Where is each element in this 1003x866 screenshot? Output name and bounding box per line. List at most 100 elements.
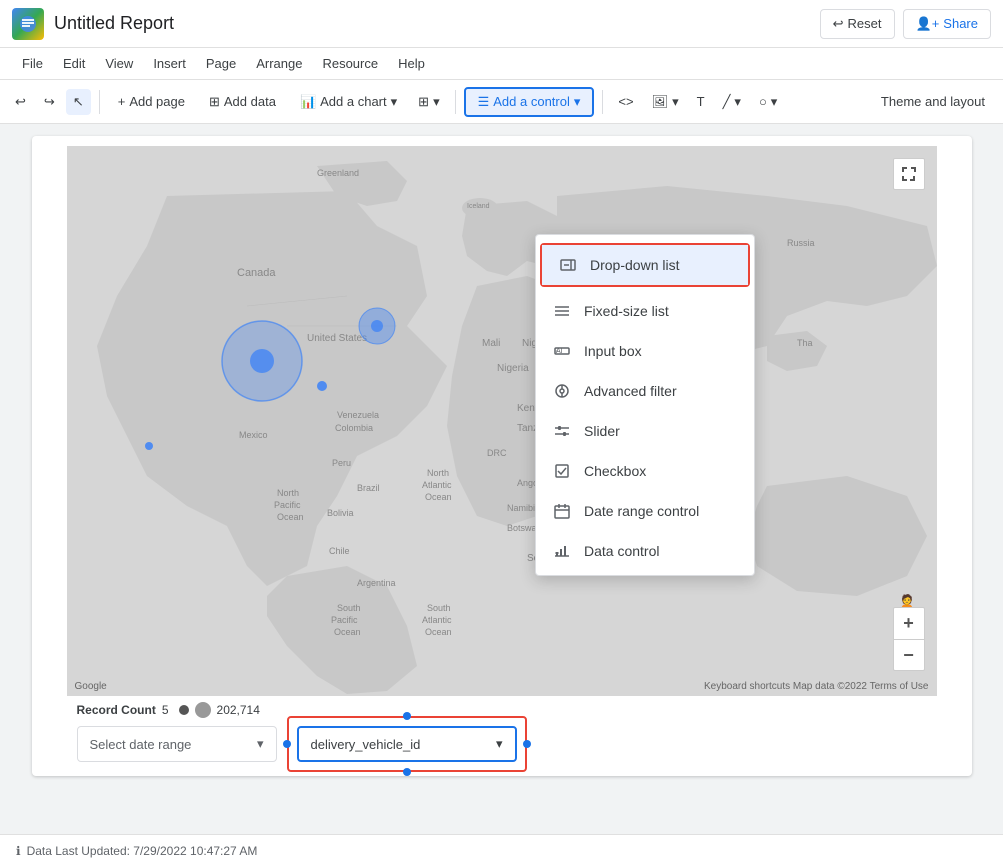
menu-item-data-control[interactable]: Data control	[536, 531, 754, 571]
menu-item-dropdown-list[interactable]: Drop-down list	[542, 245, 748, 285]
svg-text:Chile: Chile	[329, 546, 350, 556]
checkbox-icon	[552, 461, 572, 481]
dropdown-field-chevron-icon: ▾	[496, 736, 503, 752]
svg-text:South: South	[427, 603, 451, 613]
components-button[interactable]: ⊞ ▾	[411, 89, 446, 115]
select-icon: ↖	[73, 94, 84, 110]
title-bar-actions: ↩ Reset 👤+ Share	[820, 9, 991, 39]
map-bubble-small-1	[317, 381, 327, 391]
svg-text:Atlantic: Atlantic	[422, 480, 452, 490]
svg-text:Pacific: Pacific	[274, 500, 301, 510]
record-dot-1	[179, 705, 189, 715]
map-bubble-small-2	[145, 442, 153, 450]
undo-button[interactable]: ↩	[8, 89, 33, 115]
report-canvas: Canada United States Greenland Mali Nige…	[32, 136, 972, 776]
select-button[interactable]: ↖	[66, 89, 91, 115]
record-dot-2	[195, 702, 211, 718]
google-logo: Google	[75, 681, 107, 692]
svg-text:Argentina: Argentina	[357, 578, 396, 588]
menu-item-fixed-size-list[interactable]: Fixed-size list	[536, 291, 754, 331]
menu-item-dropdown-list-label: Drop-down list	[590, 257, 679, 273]
text-button[interactable]: T	[690, 89, 712, 114]
svg-text:Greenland: Greenland	[317, 168, 359, 178]
toolbar-divider-1	[99, 90, 100, 114]
reset-button[interactable]: ↩ Reset	[820, 9, 895, 39]
shape-chevron-icon: ▾	[771, 94, 778, 110]
slider-icon	[552, 421, 572, 441]
menu-item-page[interactable]: Page	[196, 52, 246, 75]
svg-text:United States: United States	[307, 333, 367, 344]
selection-handle-left[interactable]	[283, 740, 291, 748]
svg-text:Colombia: Colombia	[335, 423, 373, 433]
menu-item-checkbox[interactable]: Checkbox	[536, 451, 754, 491]
svg-text:Iceland: Iceland	[467, 203, 490, 210]
toolbar: ↩ ↪ ↖ + Add page ⊞ Add data 📊 Add a char…	[0, 80, 1003, 124]
theme-layout-button[interactable]: Theme and layout	[871, 89, 995, 114]
menu-item-date-range[interactable]: Date range control	[536, 491, 754, 531]
svg-text:Pacific: Pacific	[331, 615, 358, 625]
components-icon: ⊞	[418, 94, 429, 110]
menu-item-resource[interactable]: Resource	[312, 52, 388, 75]
controls-row: Select date range ▾ delivery_vehicle_id …	[77, 726, 517, 762]
image-icon: 🖼	[652, 94, 669, 110]
image-chevron-icon: ▾	[672, 94, 679, 110]
svg-text:Ocean: Ocean	[425, 627, 452, 637]
svg-text:Ocean: Ocean	[334, 627, 361, 637]
menu-bar: File Edit View Insert Page Arrange Resou…	[0, 48, 1003, 80]
line-icon: ╱	[723, 94, 731, 110]
add-control-button[interactable]: ☰ Add a control ▾	[464, 87, 595, 117]
add-chart-button[interactable]: 📊 Add a chart ▾	[290, 89, 407, 115]
menu-item-help[interactable]: Help	[388, 52, 435, 75]
svg-text:North: North	[277, 488, 299, 498]
menu-item-checkbox-label: Checkbox	[584, 463, 646, 479]
world-map-svg: Canada United States Greenland Mali Nige…	[67, 146, 937, 696]
code-view-button[interactable]: <>	[611, 89, 640, 114]
dropdown-highlighted-border: Drop-down list	[540, 243, 750, 287]
menu-item-date-range-label: Date range control	[584, 503, 699, 519]
image-button[interactable]: 🖼 ▾	[645, 89, 686, 115]
zoom-in-button[interactable]: +	[893, 607, 925, 639]
shape-icon: ○	[759, 94, 767, 109]
menu-item-edit[interactable]: Edit	[53, 52, 95, 75]
menu-item-insert[interactable]: Insert	[143, 52, 196, 75]
undo-icon: ↩	[15, 94, 26, 110]
selection-handle-top[interactable]	[403, 712, 411, 720]
data-last-updated: Data Last Updated: 7/29/2022 10:47:27 AM	[27, 844, 258, 858]
text-icon: T	[697, 94, 705, 109]
share-button[interactable]: 👤+ Share	[903, 9, 991, 39]
fullscreen-button[interactable]	[893, 158, 925, 190]
add-data-button[interactable]: ⊞ Add data	[199, 89, 286, 115]
svg-text:Venezuela: Venezuela	[337, 410, 379, 420]
menu-item-input-box-label: Input box	[584, 343, 642, 359]
toolbar-divider-2	[455, 90, 456, 114]
menu-item-view[interactable]: View	[95, 52, 143, 75]
dropdown-list-icon	[558, 255, 578, 275]
svg-text:DRC: DRC	[487, 448, 507, 458]
zoom-out-button[interactable]: −	[893, 639, 925, 671]
add-page-button[interactable]: + Add page	[108, 89, 195, 114]
line-chevron-icon: ▾	[734, 94, 741, 110]
menu-item-fixed-size-list-label: Fixed-size list	[584, 303, 669, 319]
add-chart-icon: 📊	[300, 94, 316, 110]
record-count-value: 5	[162, 703, 169, 717]
svg-text:Mexico: Mexico	[239, 430, 268, 440]
menu-item-advanced-filter[interactable]: Advanced filter	[536, 371, 754, 411]
menu-item-file[interactable]: File	[12, 52, 53, 75]
date-range-label: Select date range	[90, 737, 192, 752]
selection-handle-right[interactable]	[523, 740, 531, 748]
svg-text:Ocean: Ocean	[425, 492, 452, 502]
shape-button[interactable]: ○ ▾	[752, 89, 784, 115]
menu-item-slider[interactable]: Slider	[536, 411, 754, 451]
menu-item-arrange[interactable]: Arrange	[246, 52, 312, 75]
menu-item-input-box[interactable]: AI Input box	[536, 331, 754, 371]
redo-icon: ↪	[44, 94, 55, 110]
map-bubble-medium-inner	[371, 320, 383, 332]
dropdown-field-control[interactable]: delivery_vehicle_id ▾	[297, 726, 517, 762]
line-button[interactable]: ╱ ▾	[716, 89, 748, 115]
map-bubble-large-inner	[250, 349, 274, 373]
selection-handle-bottom[interactable]	[403, 768, 411, 776]
svg-text:Atlantic: Atlantic	[422, 615, 452, 625]
redo-button[interactable]: ↪	[37, 89, 62, 115]
title-bar: Untitled Report ↩ Reset 👤+ Share	[0, 0, 1003, 48]
date-range-control[interactable]: Select date range ▾	[77, 726, 277, 762]
